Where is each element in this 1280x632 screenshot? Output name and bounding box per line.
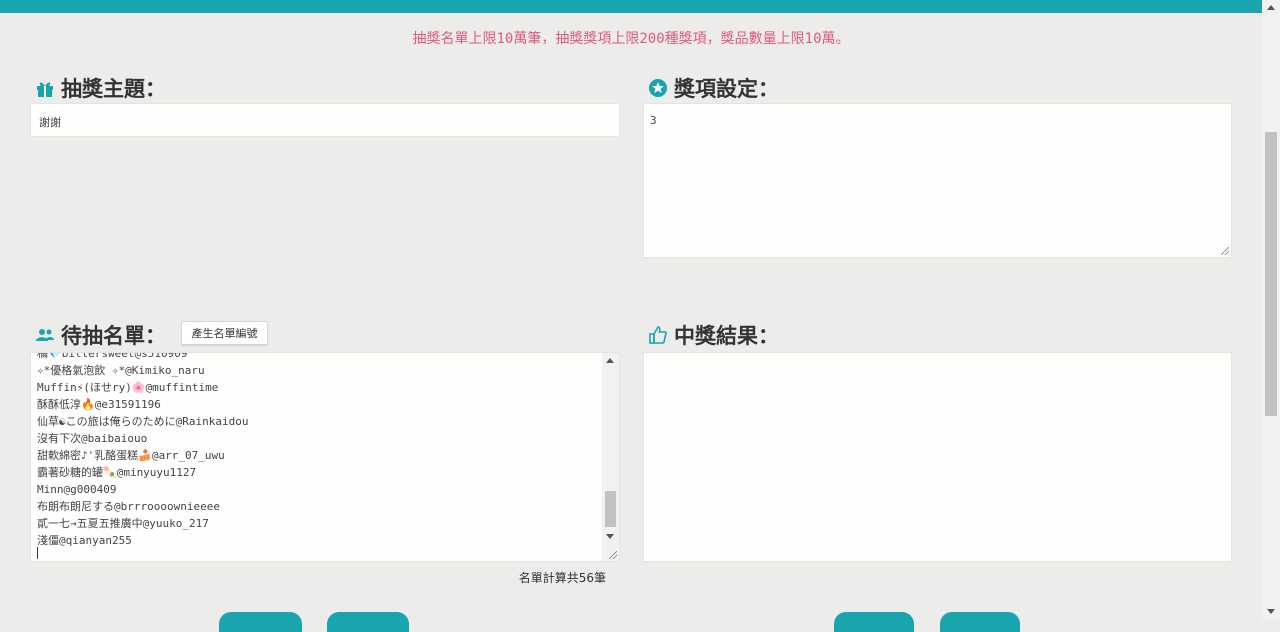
- page-scroll-up-icon[interactable]: [1267, 5, 1275, 10]
- list-item: Minn@g000409: [37, 483, 117, 496]
- list-item: 貳一七→五夏五推廣中@yuuko_217: [37, 517, 209, 530]
- list-count: 名單計算共56筆: [518, 571, 606, 585]
- top-bar: [0, 0, 1262, 13]
- list-item: ✧*優格氣泡飲 ✧*@Kimiko_naru: [37, 364, 205, 377]
- page-scrollbar[interactable]: [1262, 0, 1280, 620]
- prize-heading: 獎項設定：: [648, 73, 779, 103]
- list-item: 布朗布朗尼する@brrroooownieeee: [37, 500, 220, 513]
- gift-icon: [35, 78, 55, 98]
- scroll-down-arrow-icon[interactable]: [606, 534, 614, 539]
- list-item: 淺僵@qianyan255: [37, 534, 132, 547]
- topic-input[interactable]: 謝謝: [30, 103, 620, 137]
- list-heading: 待抽名單：: [35, 320, 166, 350]
- result-heading: 中獎結果：: [648, 320, 779, 350]
- resize-handle[interactable]: [1221, 247, 1229, 255]
- result-area: [643, 352, 1232, 562]
- limit-notice: 抽獎名單上限10萬筆，抽獎獎項上限200種獎項，獎品數量上限10萬。: [412, 31, 850, 47]
- page-scroll-thumb[interactable]: [1265, 132, 1277, 416]
- list-item: 沒有下次@baibaiouo: [37, 432, 148, 445]
- resize-handle[interactable]: [609, 551, 617, 559]
- list-item: 霸著砂糖的罐🍡@minyuyu1127: [37, 466, 197, 479]
- prize-label: 獎項設定：: [674, 77, 779, 101]
- topic-label: 抽獎主題：: [61, 77, 166, 101]
- topic-heading: 抽獎主題：: [35, 73, 166, 103]
- list-item: 酥酥低淳🔥@e31591196: [37, 398, 161, 411]
- list-item: Muffin⚡(ほせry)🌸@muffintime: [37, 381, 219, 394]
- prize-value: 3: [650, 114, 657, 127]
- list-item: 仙草☯この旅は俺らのために@Rainkaidou: [37, 415, 249, 428]
- generate-number-button[interactable]: 產生名單編號: [181, 321, 268, 345]
- star-circle-icon: [648, 78, 668, 98]
- bottom-button-3[interactable]: [834, 612, 914, 632]
- prize-textarea[interactable]: 3: [643, 103, 1232, 258]
- scroll-up-arrow-icon[interactable]: [606, 358, 614, 363]
- list-content: 橘💎bittersweet@s510909 ✧*優格氣泡飲 ✧*@Kimiko_n…: [37, 352, 602, 549]
- list-item: 橘💎bittersweet@s510909: [37, 352, 188, 360]
- list-label: 待抽名單：: [61, 324, 166, 348]
- thumbs-up-icon: [648, 325, 668, 345]
- scroll-thumb[interactable]: [605, 491, 616, 527]
- bottom-button-1[interactable]: [219, 612, 302, 632]
- list-item: 甜軟綿密♪'乳酪蛋糕🍰@arr_07_uwu: [37, 449, 225, 462]
- list-scrollbar[interactable]: [602, 353, 619, 561]
- bottom-button-4[interactable]: [940, 612, 1020, 632]
- result-label: 中獎結果：: [674, 324, 779, 348]
- page-scroll-down-icon[interactable]: [1267, 609, 1275, 614]
- users-icon: [35, 325, 55, 345]
- list-textarea[interactable]: 橘💎bittersweet@s510909 ✧*優格氣泡飲 ✧*@Kimiko_n…: [30, 352, 620, 562]
- bottom-button-2[interactable]: [327, 612, 409, 632]
- text-caret: [37, 547, 38, 559]
